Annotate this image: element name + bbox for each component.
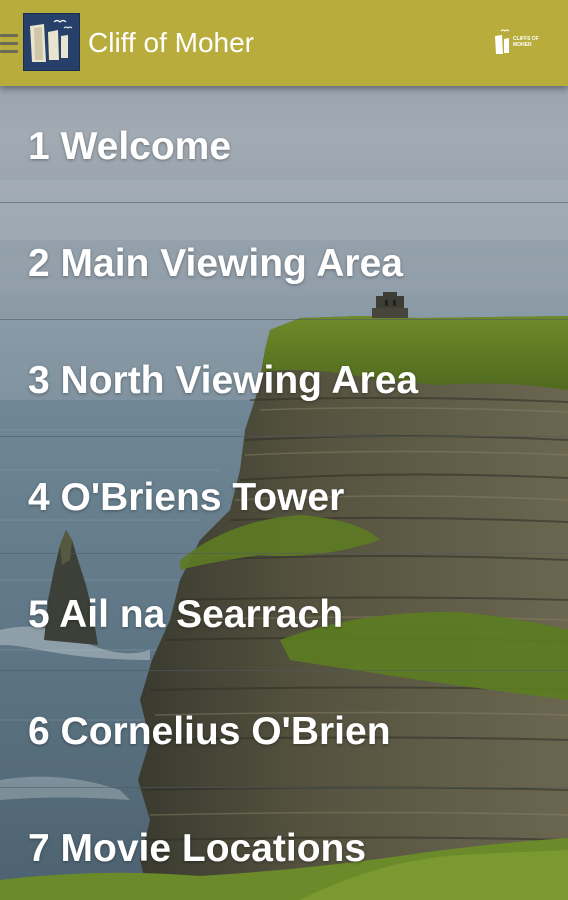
menu-item-label: 7 Movie Locations — [28, 827, 367, 870]
menu-item-label: 4 O'Briens Tower — [28, 476, 345, 519]
menu-item-main-viewing-area[interactable]: 2 Main Viewing Area — [0, 203, 568, 320]
menu-item-north-viewing-area[interactable]: 3 North Viewing Area — [0, 320, 568, 437]
menu-item-welcome[interactable]: 1 Welcome — [0, 86, 568, 203]
menu-list: 1 Welcome 2 Main Viewing Area 3 North Vi… — [0, 86, 568, 900]
app-screen: Cliff of Moher CLIFFS OF MOHER 1 Welcome… — [0, 0, 568, 900]
cliffs-of-moher-brand-logo: CLIFFS OF MOHER — [492, 28, 548, 58]
hamburger-menu-icon[interactable] — [0, 30, 18, 58]
menu-item-label: 5 Ail na Searrach — [28, 593, 344, 636]
menu-item-ail-na-searrach[interactable]: 5 Ail na Searrach — [0, 554, 568, 671]
brand-logo-text-line2: MOHER — [513, 41, 532, 48]
brand-logo-text: CLIFFS OF MOHER — [513, 36, 539, 48]
menu-item-label: 1 Welcome — [28, 125, 232, 168]
menu-item-obriens-tower[interactable]: 4 O'Briens Tower — [0, 437, 568, 554]
app-bar: Cliff of Moher CLIFFS OF MOHER — [0, 0, 568, 86]
cliff-logo-icon — [23, 13, 80, 71]
app-title: Cliff of Moher — [88, 27, 254, 58]
menu-item-cornelius-obrien[interactable]: 6 Cornelius O'Brien — [0, 671, 568, 788]
menu-item-label: 3 North Viewing Area — [28, 359, 419, 402]
menu-item-label: 2 Main Viewing Area — [28, 242, 403, 285]
menu-item-movie-locations[interactable]: 7 Movie Locations — [0, 788, 568, 900]
menu-item-label: 6 Cornelius O'Brien — [28, 710, 391, 753]
brand-cliff-icon — [495, 29, 510, 54]
